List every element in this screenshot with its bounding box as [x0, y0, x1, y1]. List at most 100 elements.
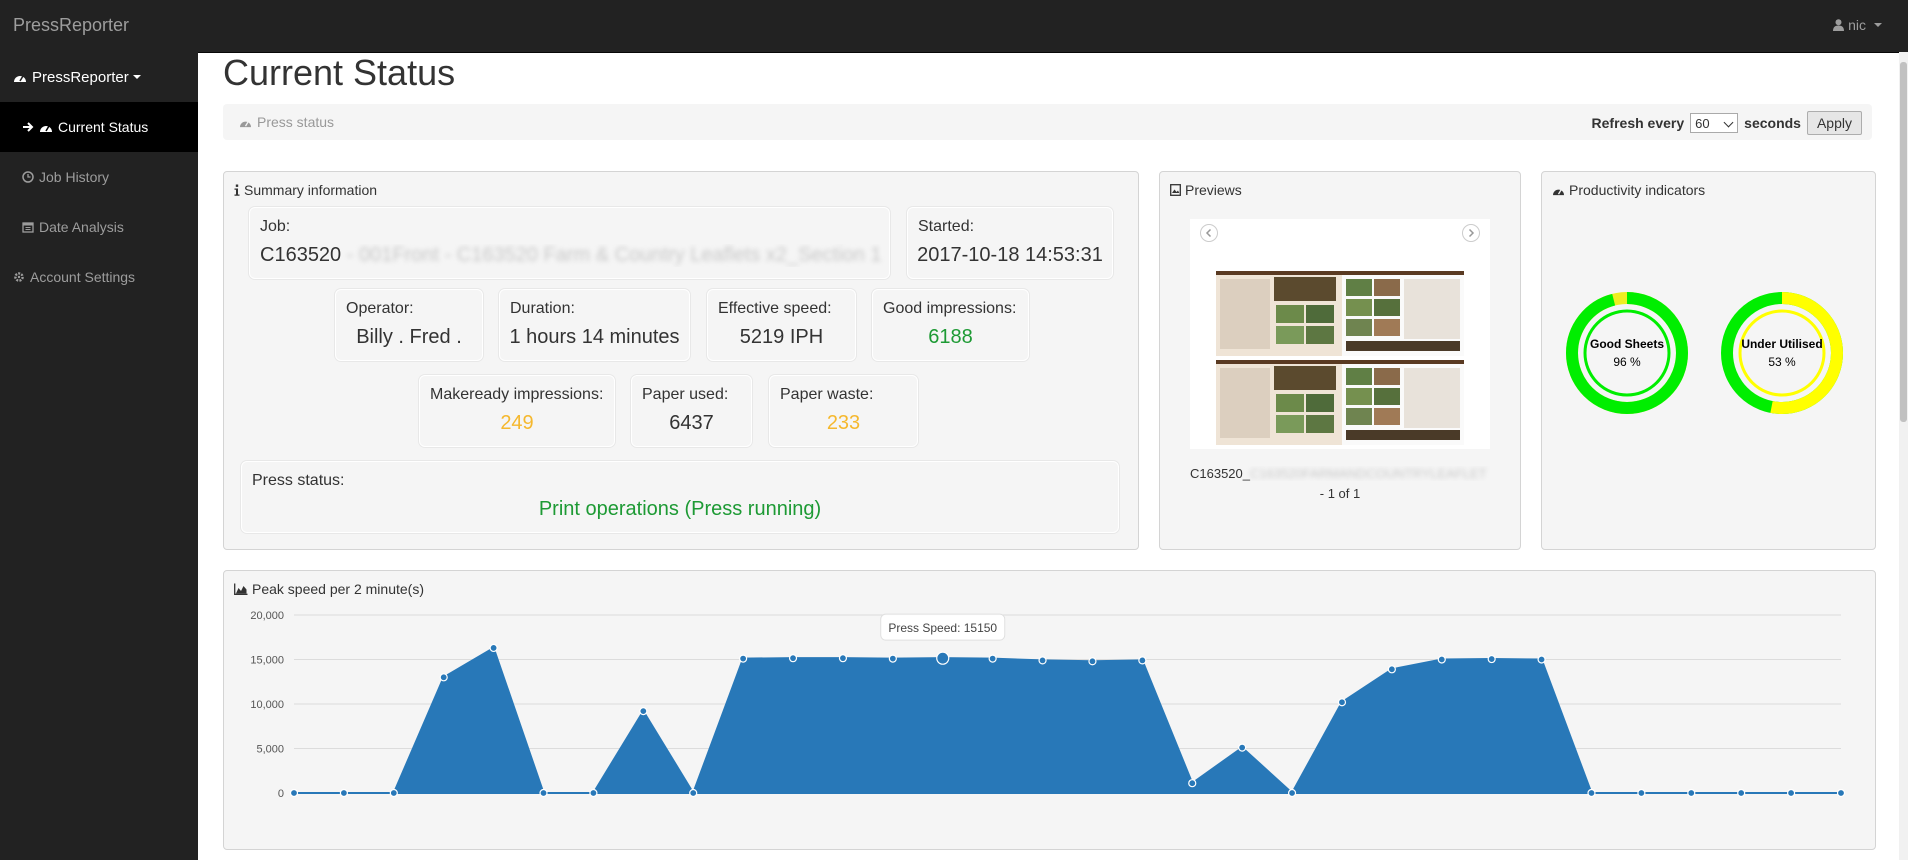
data-point — [1287, 788, 1297, 798]
paper-waste-label: Paper waste: — [780, 386, 874, 403]
preview-filename-redacted: C163520FARMANDCOUNTRYLEAFLET — [1250, 466, 1487, 481]
sidebar-item-job-history[interactable]: Job History — [0, 152, 198, 202]
chart-title: Peak speed per 2 minute(s) — [252, 581, 424, 597]
speed-label: Effective speed: — [718, 300, 832, 317]
speed-card: Effective speed: 5219 IPH — [707, 289, 856, 361]
duration-value: 1 hours 14 minutes — [509, 326, 680, 348]
top-navbar: PressReporter nic — [0, 0, 1908, 53]
data-point — [639, 707, 648, 716]
good-sheets-name: Good Sheets — [1589, 337, 1664, 351]
preview-pager: - 1 of 1 — [1319, 486, 1361, 501]
paper-used-card: Paper used: 6437 — [631, 375, 752, 447]
data-point — [689, 788, 698, 798]
makeready-card: Makeready impressions: 249 — [419, 375, 615, 447]
data-point — [1637, 788, 1646, 798]
under-utilised-gauge-text: Under Utilised 53 % — [1717, 337, 1847, 369]
user-name: nic — [1848, 17, 1866, 33]
data-point — [1537, 655, 1546, 664]
caret-down-icon — [1874, 23, 1882, 27]
press-status-card: Press status: Print operations (Press ru… — [241, 461, 1119, 533]
press-status-label: Press status: — [252, 472, 345, 489]
data-point — [1188, 779, 1197, 788]
data-point — [988, 654, 997, 663]
press-status-value: Print operations (Press running) — [538, 498, 822, 520]
data-point — [1038, 656, 1047, 665]
duration-card: Duration: 1 hours 14 minutes — [499, 289, 690, 361]
job-preview-image[interactable] — [1190, 219, 1490, 449]
data-point — [788, 654, 798, 663]
productivity-panel-title: Productivity indicators — [1552, 182, 1705, 198]
sidebar-item-account-settings[interactable]: Account Settings — [0, 252, 198, 302]
caret-down-icon — [132, 75, 141, 79]
page-title: Current Status — [223, 52, 456, 93]
duration-label: Duration: — [510, 300, 575, 317]
data-point — [489, 643, 498, 653]
summary-panel-title: Summary information — [234, 182, 377, 198]
started-label: Started: — [918, 218, 975, 235]
breadcrumb-item: Press status — [239, 114, 334, 130]
sidebar-item-current-status[interactable]: Current Status — [0, 102, 198, 152]
chevron-left-icon — [1205, 228, 1212, 238]
page-scrollbar-thumb[interactable] — [1900, 62, 1907, 422]
good-impressions-value: 6188 — [928, 326, 973, 348]
sidebar-item-date-analysis[interactable]: Date Analysis — [0, 202, 198, 252]
clock-icon — [22, 171, 34, 183]
data-point — [1088, 657, 1097, 666]
data-point — [339, 788, 349, 798]
chevron-right-icon — [1468, 228, 1475, 238]
job-card: Job: C163520 - 001Front - C163520 Farm &… — [249, 207, 890, 279]
refresh-suffix: seconds — [1744, 115, 1801, 131]
data-point — [1337, 698, 1347, 707]
peak-speed-panel-title: Peak speed per 2 minute(s) — [234, 581, 424, 597]
apply-button[interactable]: Apply — [1806, 111, 1862, 135]
paper-waste-card: Paper waste: 233 — [769, 375, 918, 447]
data-point — [1437, 655, 1446, 664]
refresh-interval-value: 60 — [1695, 115, 1710, 131]
data-point — [589, 788, 598, 798]
tooltip-label: Press Speed: 15150 — [888, 621, 997, 635]
calendar-icon — [22, 222, 34, 233]
preview-thumbnail — [1190, 219, 1490, 449]
paper-used-value: 6437 — [669, 412, 714, 434]
arrow-right-icon — [23, 122, 34, 132]
data-point — [838, 654, 848, 663]
sidebar-item-pressreporter[interactable]: PressReporter — [0, 52, 198, 102]
info-icon — [234, 184, 240, 196]
makeready-value: 249 — [500, 412, 534, 434]
y-tick-label: 15,000 — [250, 655, 284, 667]
job-value: C163520 - 001Front - C163520 Farm & Coun… — [260, 244, 889, 267]
operator-label: Operator: — [346, 300, 414, 317]
data-point — [1587, 788, 1596, 798]
data-point — [1138, 656, 1147, 665]
sidebar: PressReporter Current Status Job History… — [0, 52, 198, 860]
next-preview-button[interactable] — [1462, 224, 1480, 242]
good-sheets-value: 96 % — [1613, 355, 1641, 369]
breadcrumb: Press status Refresh every 60 seconds Ap… — [223, 104, 1872, 140]
previous-preview-button[interactable] — [1200, 224, 1218, 242]
previews-title: Previews — [1185, 182, 1242, 198]
good-impressions-label: Good impressions: — [883, 300, 1017, 317]
refresh-interval-select[interactable]: 60 — [1690, 113, 1739, 133]
data-point — [1836, 788, 1846, 798]
operator-value: Billy . Fred . — [356, 326, 462, 348]
summary-panel: Summary information Job: C163520 - 001Fr… — [223, 171, 1139, 550]
under-utilised-value: 53 % — [1768, 355, 1796, 369]
gear-icon — [14, 272, 24, 282]
previews-panel: Previews C163520_C163520FARMANDCOUNTRYLE… — [1159, 171, 1521, 550]
data-point — [1238, 743, 1247, 752]
job-number: C163520 — [260, 244, 342, 266]
y-tick-label: 20,000 — [250, 610, 284, 622]
image-icon — [1170, 184, 1181, 196]
brand-link[interactable]: PressReporter — [13, 15, 129, 36]
speed-value: 5219 IPH — [739, 326, 824, 348]
breadcrumb-label: Press status — [257, 114, 335, 130]
sidebar-item-label: Account Settings — [30, 269, 136, 285]
y-tick-label: 10,000 — [250, 699, 284, 711]
dashboard-icon — [40, 125, 52, 132]
user-menu[interactable]: nic — [1833, 17, 1882, 33]
data-point — [289, 788, 299, 798]
dashboard-icon — [14, 75, 26, 82]
user-icon — [1833, 19, 1845, 31]
operator-card: Operator: Billy . Fred . — [335, 289, 483, 361]
productivity-title: Productivity indicators — [1569, 182, 1706, 198]
